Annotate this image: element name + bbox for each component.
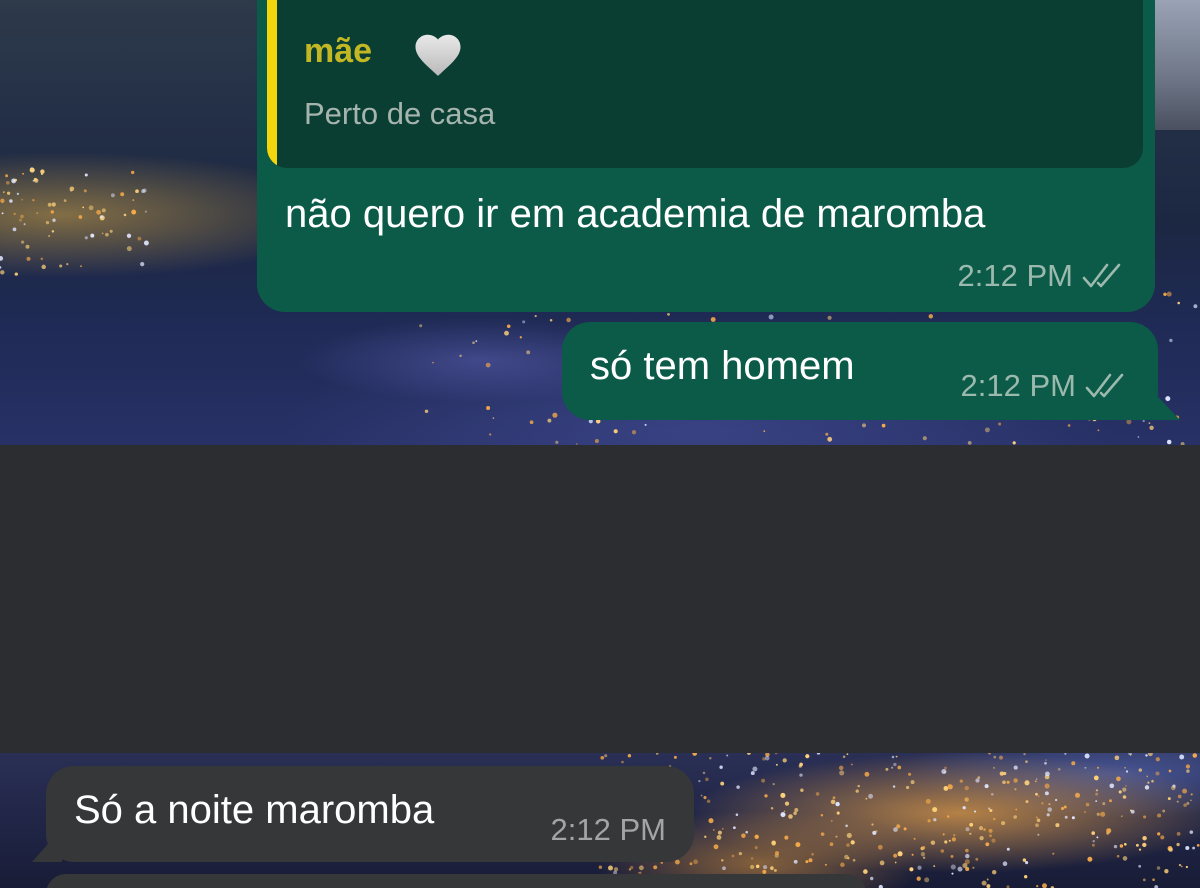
message-bubble-incoming[interactable]: Só a noite maromba 2:12 PM xyxy=(32,766,694,862)
message-bubble-outgoing[interactable]: mãe Perto de casa não quero ir em academ… xyxy=(257,0,1155,312)
chat-screen: mãe Perto de casa não quero ir em academ… xyxy=(0,0,1200,888)
reply-snippet: Perto de casa xyxy=(304,96,496,131)
double-check-icon xyxy=(1082,263,1121,288)
message-meta: 2:12 PM xyxy=(961,368,1130,404)
message-time: 2:12 PM xyxy=(550,812,666,847)
message-bubble-outgoing[interactable]: só tem homem 2:12 PM xyxy=(562,322,1180,420)
message-text: não quero ir em academia de maromba xyxy=(285,192,986,236)
message-bubble-incoming-partial[interactable] xyxy=(46,874,866,888)
message-meta: 2:12 PM xyxy=(551,812,666,848)
double-check-icon xyxy=(1085,373,1124,398)
message-text: só tem homem xyxy=(590,344,855,388)
message-time: 2:12 PM xyxy=(960,368,1076,403)
white-heart-icon xyxy=(415,34,461,76)
message-text: Só a noite maromba xyxy=(74,788,435,832)
message-time: 2:12 PM xyxy=(957,258,1073,293)
chat-gap-band xyxy=(0,445,1200,753)
reply-quote[interactable]: mãe Perto de casa xyxy=(267,0,1143,168)
reply-accent-bar xyxy=(267,0,277,168)
message-meta: 2:12 PM xyxy=(958,258,1127,294)
reply-sender-name: mãe xyxy=(304,32,373,70)
